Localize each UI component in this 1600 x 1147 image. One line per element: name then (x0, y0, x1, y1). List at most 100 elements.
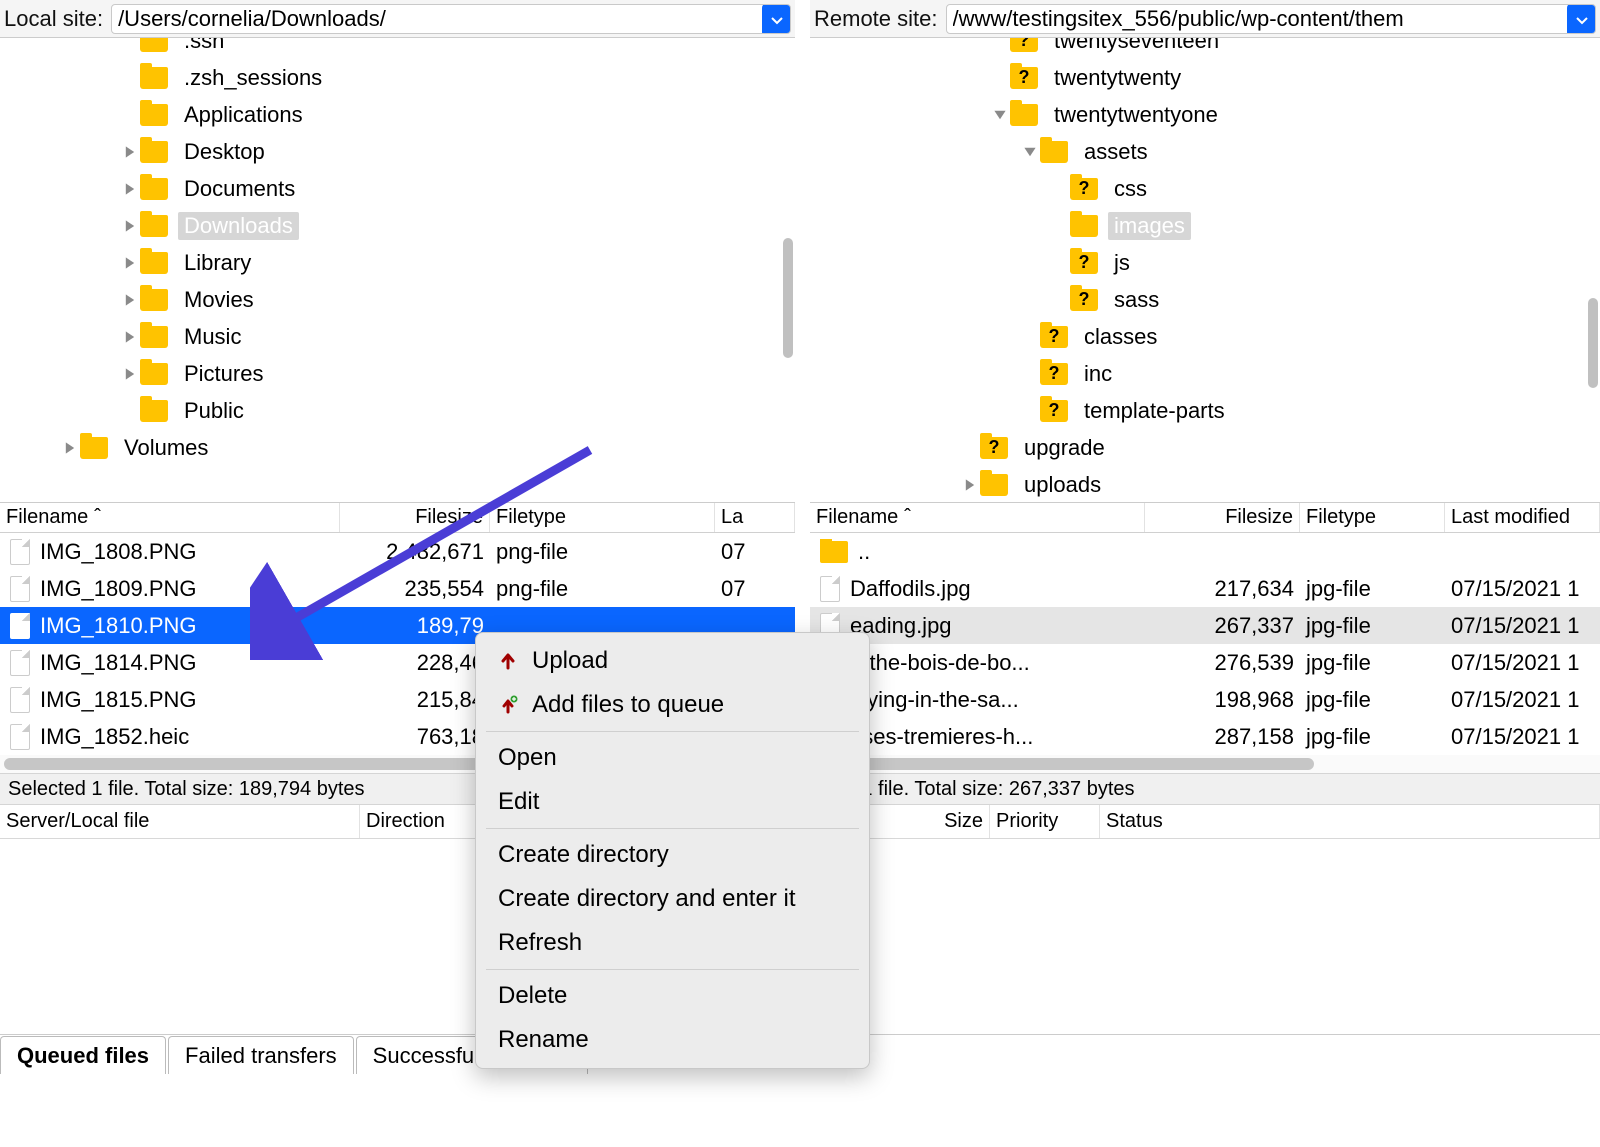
chevron-right-icon[interactable] (60, 441, 80, 455)
tree-item[interactable]: Library (0, 244, 795, 281)
remote-path-combo[interactable]: /www/testingsitex_556/public/wp-content/… (946, 4, 1597, 34)
tree-item[interactable]: Desktop (0, 133, 795, 170)
menu-refresh[interactable]: Refresh (476, 921, 869, 965)
col-modified[interactable]: Last modified (1445, 503, 1600, 532)
col-filetype[interactable]: Filetype (1300, 503, 1445, 532)
tree-item-label: js (1108, 249, 1136, 277)
col-filetype[interactable]: Filetype (490, 503, 715, 532)
chevron-down-icon[interactable] (1020, 145, 1040, 159)
chevron-down-icon[interactable] (1567, 4, 1596, 34)
chevron-right-icon[interactable] (120, 330, 140, 344)
chevron-down-icon[interactable] (990, 108, 1010, 122)
scrollbar-thumb[interactable] (1588, 298, 1598, 388)
col-filename[interactable]: Filenameˆ (0, 503, 340, 532)
tree-item[interactable]: template-parts (810, 392, 1600, 429)
menu-rename[interactable]: Rename (476, 1018, 869, 1062)
col-status[interactable]: Status (1100, 805, 1600, 838)
tree-item[interactable]: images (810, 207, 1600, 244)
col-server-local-file[interactable]: Server/Local file (0, 805, 360, 838)
file-row[interactable]: Daffodils.jpg217,634jpg-file07/15/2021 1 (810, 570, 1600, 607)
menu-add-to-queue[interactable]: Add files to queue (476, 683, 869, 727)
file-row[interactable]: IMG_1809.PNG235,554png-file07 (0, 570, 795, 607)
chevron-right-icon[interactable] (120, 219, 140, 233)
tree-item[interactable]: js (810, 244, 1600, 281)
folder-icon (1010, 67, 1038, 89)
tree-item[interactable]: .zsh_sessions (0, 59, 795, 96)
menu-create-directory[interactable]: Create directory (476, 833, 869, 877)
tree-item-label: twentytwentyone (1048, 101, 1224, 129)
menu-delete[interactable]: Delete (476, 974, 869, 1018)
chevron-right-icon[interactable] (120, 256, 140, 270)
file-row[interactable]: eading.jpg267,337jpg-file07/15/2021 1 (810, 607, 1600, 644)
tree-item[interactable]: sass (810, 281, 1600, 318)
local-path-combo[interactable]: /Users/cornelia/Downloads/ (111, 4, 791, 34)
tree-item[interactable]: Documents (0, 170, 795, 207)
tree-item-label: Music (178, 323, 247, 351)
file-modified: 07 (715, 576, 795, 602)
col-priority[interactable]: Priority (990, 805, 1100, 838)
tab-queued-files[interactable]: Queued files (0, 1036, 166, 1074)
chevron-right-icon[interactable] (120, 367, 140, 381)
file-size: 2,482,671 (340, 539, 490, 565)
menu-upload[interactable]: Upload (476, 639, 869, 683)
tree-item[interactable]: twentytwentyone (810, 96, 1600, 133)
tree-item[interactable]: upgrade (810, 429, 1600, 466)
folder-icon (140, 215, 168, 237)
tree-item[interactable]: Pictures (0, 355, 795, 392)
chevron-right-icon[interactable] (120, 182, 140, 196)
tree-item[interactable]: .ssh (0, 38, 795, 59)
tab-failed-transfers[interactable]: Failed transfers (168, 1036, 354, 1074)
chevron-right-icon[interactable] (120, 293, 140, 307)
tree-item-label: images (1108, 212, 1191, 240)
queue-columns-right: Size Priority Status (810, 805, 1600, 839)
tree-item[interactable]: Volumes (0, 429, 795, 466)
col-filename[interactable]: Filenameˆ (810, 503, 1145, 532)
folder-icon (1040, 326, 1068, 348)
hscrollbar[interactable] (810, 755, 1600, 773)
col-filesize[interactable]: Filesize (1145, 503, 1300, 532)
tree-item[interactable]: twentytwenty (810, 59, 1600, 96)
tree-item[interactable]: Applications (0, 96, 795, 133)
tree-item[interactable]: assets (810, 133, 1600, 170)
file-row[interactable]: .. (810, 533, 1600, 570)
tree-item[interactable]: classes (810, 318, 1600, 355)
menu-edit[interactable]: Edit (476, 780, 869, 824)
menu-create-directory-enter[interactable]: Create directory and enter it (476, 877, 869, 921)
file-row[interactable]: laying-in-the-sa...198,968jpg-file07/15/… (810, 681, 1600, 718)
remote-path-value: /www/testingsitex_556/public/wp-content/… (953, 6, 1590, 32)
file-size: 198,968 (1145, 687, 1300, 713)
tree-item[interactable]: twentyseventeen (810, 38, 1600, 59)
tree-item[interactable]: Music (0, 318, 795, 355)
remote-file-list[interactable]: ..Daffodils.jpg217,634jpg-file07/15/2021… (810, 533, 1600, 755)
file-row[interactable]: IMG_1808.PNG2,482,671png-file07 (0, 533, 795, 570)
chevron-right-icon[interactable] (960, 478, 980, 492)
tree-item[interactable]: Downloads (0, 207, 795, 244)
file-row[interactable]: n-the-bois-de-bo...276,539jpg-file07/15/… (810, 644, 1600, 681)
tree-item-label: Desktop (178, 138, 271, 166)
tree-item[interactable]: Movies (0, 281, 795, 318)
chevron-right-icon[interactable] (120, 145, 140, 159)
remote-tree[interactable]: twentyseventeentwentytwenty twentytwentyo… (810, 38, 1600, 503)
folder-icon (140, 289, 168, 311)
file-row[interactable]: oses-tremieres-h...287,158jpg-file07/15/… (810, 718, 1600, 755)
tree-item-label: Applications (178, 101, 309, 129)
file-type: jpg-file (1300, 687, 1445, 713)
file-modified: 07 (715, 539, 795, 565)
local-site-label: Local site: (4, 6, 103, 32)
chevron-down-icon[interactable] (762, 4, 791, 34)
tree-item[interactable]: css (810, 170, 1600, 207)
scrollbar-thumb[interactable] (814, 758, 1314, 770)
tree-item-label: Pictures (178, 360, 269, 388)
col-filesize[interactable]: Filesize (340, 503, 490, 532)
upload-arrow-icon (498, 651, 518, 671)
tree-item[interactable]: uploads (810, 466, 1600, 503)
col-modified[interactable]: La (715, 503, 795, 532)
tree-item[interactable]: inc (810, 355, 1600, 392)
folder-icon (140, 363, 168, 385)
menu-open[interactable]: Open (476, 736, 869, 780)
file-modified: 07/15/2021 1 (1445, 613, 1600, 639)
file-name: IMG_1814.PNG (40, 650, 197, 676)
tree-item[interactable]: Public (0, 392, 795, 429)
scrollbar-thumb[interactable] (783, 238, 793, 358)
local-tree[interactable]: .ssh.zsh_sessions Applications Desktop Docu… (0, 38, 795, 503)
